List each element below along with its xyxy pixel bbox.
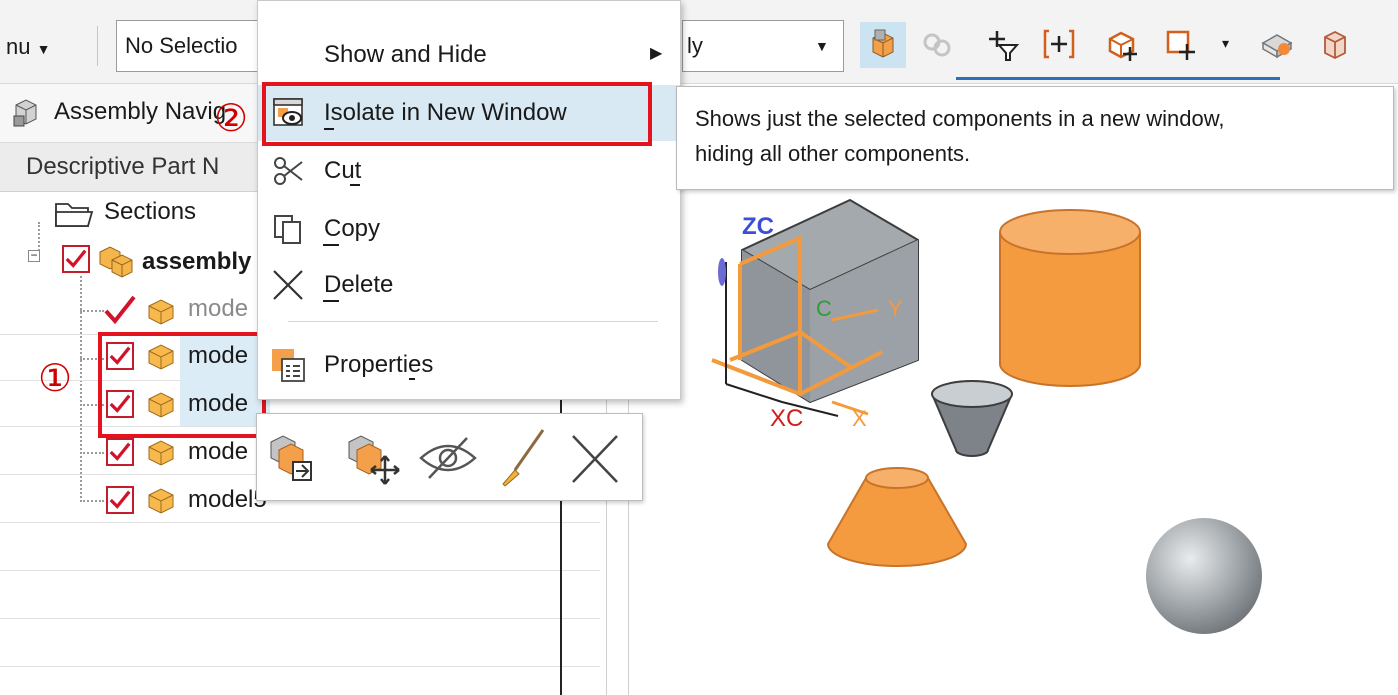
menu-item-show-and-hide[interactable]: Show and Hide ▶ <box>258 27 680 83</box>
submenu-arrow-icon: ▶ <box>650 45 663 62</box>
checkmark-icon <box>65 249 87 268</box>
row-checkbox[interactable] <box>106 438 134 466</box>
mini-toolbar <box>256 413 643 501</box>
selection-filter-dropdown[interactable]: No Selectio <box>116 20 266 72</box>
menu-item-label: Delete <box>324 271 394 298</box>
selection-scope-dropdown[interactable]: ly ▼ <box>682 20 844 72</box>
part-icon <box>148 299 174 325</box>
top-toolbar: nu ▼ No Selectio ly ▼ ▾ <box>0 0 1398 84</box>
axis-label-y: Y <box>888 296 903 321</box>
tree-line <box>80 500 104 502</box>
menu-item-label: Copy <box>324 215 381 242</box>
tooltip: Shows just the selected components in a … <box>676 86 1394 190</box>
replace-component-icon[interactable] <box>265 428 323 488</box>
link-icon[interactable] <box>914 22 960 68</box>
mnemonic-underline <box>350 184 360 186</box>
row-divider <box>0 618 600 619</box>
wireframe-view-icon[interactable] <box>1312 22 1358 68</box>
move-component-icon[interactable] <box>343 428 403 488</box>
menu-item-label: Show and Hide <box>324 41 487 68</box>
axis-label-zc: ZC <box>742 213 774 240</box>
menu-label: nu <box>6 34 31 59</box>
menu-separator <box>288 321 658 322</box>
assembly-navigator-icon <box>10 96 44 130</box>
row-divider <box>0 522 600 523</box>
delete-x-icon[interactable] <box>567 432 623 486</box>
square-point-icon[interactable] <box>1158 22 1204 68</box>
collapse-toggle-icon[interactable]: − <box>28 249 40 262</box>
select-component-icon[interactable] <box>860 22 906 68</box>
tree-node-label: Sections <box>104 198 197 225</box>
axis-label-c: C <box>816 296 832 321</box>
tree-line <box>80 452 104 454</box>
chevron-down-icon[interactable]: ▾ <box>1222 35 1229 52</box>
chevron-down-icon: ▼ <box>36 41 51 57</box>
sphere-model[interactable] <box>1146 518 1262 634</box>
menu-item-label: Cut <box>324 157 362 184</box>
annotation-box-step2 <box>262 82 652 146</box>
hide-eye-icon[interactable] <box>417 432 479 484</box>
menu-item-delete[interactable]: Delete <box>258 257 680 313</box>
column-header-label: Descriptive Part N <box>26 153 220 180</box>
shaded-view-icon[interactable] <box>1254 22 1300 68</box>
cube-point-icon[interactable] <box>1100 22 1146 68</box>
folder-icon <box>55 203 94 227</box>
scissors-icon <box>270 153 306 189</box>
row-checkbox[interactable] <box>106 486 134 514</box>
tooltip-line-2: hiding all other components. <box>695 141 971 166</box>
context-menu: Show and Hide ▶ Isolate in New Window Cu… <box>257 0 681 400</box>
tooltip-line-1: Shows just the selected components in a … <box>695 106 1225 131</box>
mnemonic-underline <box>323 244 339 246</box>
menu-item-label: Properties <box>324 351 434 378</box>
checkmark-icon <box>109 442 131 461</box>
menu-button[interactable]: nu ▼ <box>6 34 50 60</box>
assembly-checkbox[interactable] <box>62 245 90 273</box>
mnemonic-underline <box>323 300 339 302</box>
row-divider <box>0 570 600 571</box>
checkmark-icon <box>104 295 136 325</box>
menu-item-properties[interactable]: Properties <box>258 337 680 393</box>
tree-row-label: mode <box>188 295 249 322</box>
mnemonic-underline <box>409 378 415 380</box>
navigator-title: Assembly Navig <box>54 98 227 125</box>
selection-scope-value: ly <box>687 33 703 58</box>
assembly-icon <box>99 246 133 278</box>
part-icon <box>148 488 174 514</box>
filter-point-icon[interactable] <box>980 22 1026 68</box>
tree-node-assembly[interactable]: assembly <box>142 248 251 276</box>
row-divider <box>0 666 600 667</box>
selection-filter-value: No Selectio <box>125 33 238 58</box>
tree-row-label: mode <box>188 438 249 465</box>
annotation-box-step1 <box>98 332 266 438</box>
cylinder-model[interactable] <box>999 232 1141 387</box>
part-icon <box>148 440 174 466</box>
chevron-down-icon: ▼ <box>815 38 829 54</box>
toolbar-divider <box>97 26 98 66</box>
cone-model[interactable] <box>826 477 968 567</box>
paint-brush-icon[interactable] <box>493 426 549 490</box>
delete-x-icon <box>270 267 306 303</box>
menu-item-cut[interactable]: Cut <box>258 143 680 199</box>
annotation-step2-label: ② <box>214 96 249 140</box>
annotation-step1-label: ① <box>38 356 73 400</box>
checkmark-icon <box>109 490 131 509</box>
tree-row-label: model5 <box>188 486 267 513</box>
menu-item-copy[interactable]: Copy <box>258 201 680 257</box>
active-tab-indicator <box>956 77 1280 80</box>
graphics-viewport[interactable]: ZC XC Y X C <box>682 192 1398 695</box>
axis-label-xc: XC <box>770 405 803 432</box>
snap-bracket-icon[interactable] <box>1036 22 1082 68</box>
tree-line <box>80 310 104 312</box>
copy-icon <box>270 211 306 247</box>
properties-icon <box>270 347 306 383</box>
